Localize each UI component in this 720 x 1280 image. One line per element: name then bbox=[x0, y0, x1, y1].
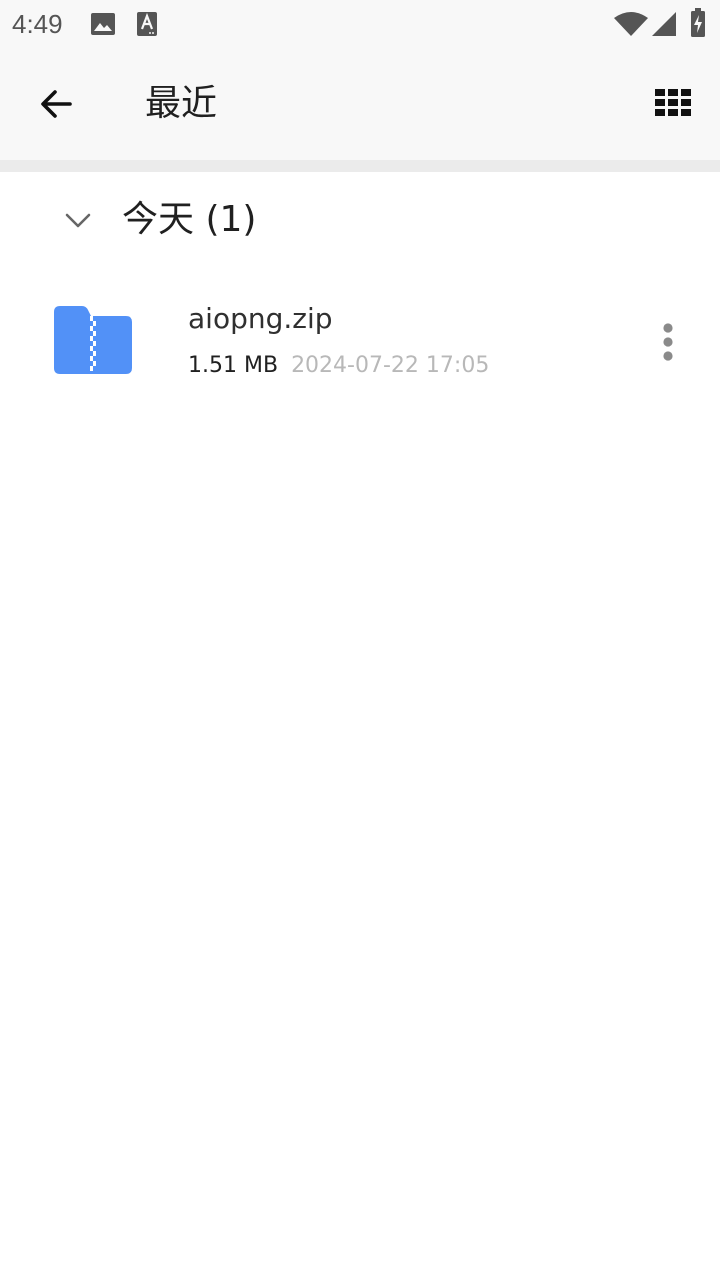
font-icon bbox=[137, 12, 157, 36]
signal-icon bbox=[652, 12, 676, 36]
page-title: 最近 bbox=[145, 83, 218, 124]
status-bar: 4:49 bbox=[0, 0, 720, 48]
grid-view-icon bbox=[655, 89, 691, 116]
wifi-icon bbox=[614, 12, 648, 36]
section-header-today[interactable]: 今天 (1) bbox=[0, 172, 720, 270]
chevron-down-icon bbox=[65, 213, 91, 228]
file-name: aiopng.zip bbox=[188, 302, 333, 335]
arrow-left-icon bbox=[41, 90, 72, 118]
file-list-item[interactable]: aiopng.zip 1.51 MB 2024-07-22 17:05 bbox=[0, 280, 720, 402]
app-bar-divider bbox=[0, 160, 720, 172]
app-bar: 最近 bbox=[0, 48, 720, 160]
file-date: 2024-07-22 17:05 bbox=[291, 353, 490, 378]
grid-view-button[interactable] bbox=[646, 78, 700, 128]
status-time: 4:49 bbox=[12, 9, 63, 39]
section-title: 今天 (1) bbox=[122, 199, 257, 240]
file-size: 1.51 MB bbox=[188, 353, 279, 378]
file-meta: 1.51 MB 2024-07-22 17:05 bbox=[188, 350, 489, 382]
zip-folder-icon bbox=[54, 306, 132, 374]
more-vertical-icon bbox=[663, 323, 673, 361]
more-options-button[interactable] bbox=[648, 314, 688, 370]
back-button[interactable] bbox=[24, 76, 88, 132]
battery-charging-icon bbox=[691, 8, 705, 37]
image-icon bbox=[91, 13, 115, 35]
